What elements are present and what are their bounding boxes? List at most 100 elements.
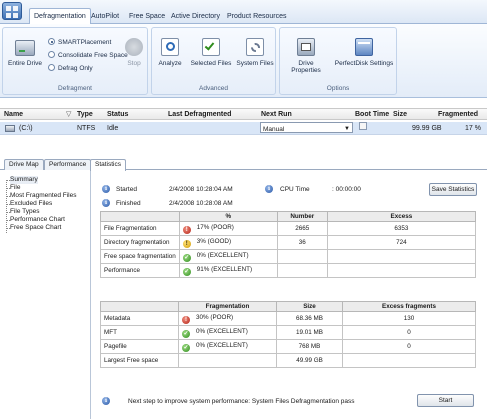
tab-free-space[interactable]: Free Space — [125, 10, 169, 23]
fragmentation-value: 0% (EXCELLENT) — [196, 327, 248, 335]
status-cell: ✓ 0% (EXCELLENT) — [178, 325, 277, 340]
drive-properties-button[interactable]: Drive Properties — [283, 38, 329, 74]
drive-name: (C:\) — [19, 125, 33, 132]
poor-status-icon: ! — [182, 315, 190, 324]
percent-value: 0% (EXCELLENT) — [196, 251, 249, 259]
col-header-excess: Excess — [326, 211, 477, 222]
tab-drive-map[interactable]: Drive Map — [4, 159, 44, 170]
tab-statistics[interactable]: Statistics — [90, 159, 127, 171]
boot-time-checkbox[interactable] — [359, 122, 367, 130]
tree-item-free-space-chart[interactable]: Free Space Chart — [5, 224, 61, 232]
smartplacement-option[interactable]: SMARTPlacement — [48, 38, 111, 46]
entire-drive-button[interactable]: Entire Drive — [7, 38, 43, 67]
drive-properties-label: Drive Properties — [291, 60, 321, 74]
fragmentation-value: 30% (POOR) — [196, 313, 234, 321]
row-label: MFT — [100, 325, 179, 340]
finished-value: 2/4/2008 10:28:08 AM — [169, 200, 233, 207]
status-cell: ✓ 91% (EXCELLENT) — [178, 263, 278, 278]
col-type[interactable]: Type — [77, 109, 93, 120]
tree-item-most-fragmented-files[interactable]: Most Fragmented Files — [5, 192, 76, 200]
row-label: Performance — [100, 263, 180, 278]
status-cell: ✓ 0% (EXCELLENT) — [178, 249, 278, 264]
table-row: Directory fragmentation ! 3% (GOOD) 36 72… — [100, 235, 477, 250]
tree-item-file[interactable]: File — [5, 184, 20, 192]
row-label: File Fragmentation — [100, 221, 180, 236]
save-statistics-button[interactable]: Save Statistics — [429, 183, 477, 196]
drive-row-c[interactable]: (C:\) NTFS Idle Manual ▼ 99.99 GB 17 % — [0, 122, 487, 135]
stop-label: Stop — [127, 60, 141, 67]
excess-fragments-value: 130 — [342, 311, 476, 326]
drive-icon — [5, 125, 15, 132]
chevron-down-icon[interactable]: ▼ — [344, 123, 350, 136]
tree-item-file-types[interactable]: File Types — [6, 208, 40, 216]
selected-files-button[interactable]: Selected Files — [189, 38, 233, 67]
col-header — [100, 211, 180, 222]
drive-type: NTFS — [77, 125, 96, 132]
excess-fragments-value: 0 — [342, 339, 476, 354]
col-name[interactable]: Name — [4, 109, 23, 120]
tab-product-resources[interactable]: Product Resources — [223, 10, 291, 23]
excess-value: 724 — [326, 235, 477, 250]
tab-performance[interactable]: Performance — [44, 159, 92, 170]
row-label: Metadata — [100, 311, 179, 326]
radio-selected[interactable] — [48, 38, 55, 45]
table-header-row: % Number Excess — [100, 211, 477, 222]
excess-value — [326, 263, 477, 278]
consolidate-free-space-option[interactable]: Consolidate Free Space — [48, 51, 128, 59]
col-size[interactable]: Size — [393, 109, 407, 120]
fragmentation-summary-table: % Number Excess File Fragmentation ! 17% … — [100, 211, 477, 278]
analyze-button[interactable]: Analyze — [155, 38, 185, 67]
col-fragmented[interactable]: Fragmented — [438, 109, 478, 120]
next-run-value: Manual — [263, 126, 285, 133]
tree-item-excluded-files[interactable]: Excluded Files — [5, 200, 52, 208]
col-header-percent: % — [178, 211, 278, 222]
radio-unselected[interactable] — [48, 51, 55, 58]
status-cell — [178, 353, 277, 368]
smartplacement-label: SMARTPlacement — [58, 39, 112, 46]
status-cell: ! 30% (POOR) — [178, 311, 277, 326]
finished-label: Finished — [116, 200, 141, 207]
excess-value — [326, 249, 477, 264]
options-group-label: Options — [326, 85, 350, 92]
col-header — [100, 301, 179, 312]
defragment-group: Entire Drive SMARTPlacement Consolidate … — [2, 27, 148, 95]
size-value: 768 MB — [276, 339, 343, 354]
excess-fragments-value: 0 — [342, 325, 476, 340]
excellent-status-icon: ✓ — [182, 253, 191, 262]
excess-fragments-value — [342, 353, 476, 368]
status-cell: ! 17% (POOR) — [178, 221, 278, 236]
poor-status-icon: ! — [182, 225, 191, 234]
tree-item-performance-chart[interactable]: Performance Chart — [6, 216, 65, 224]
excess-value: 6353 — [326, 221, 477, 236]
tab-autopilot[interactable]: AutoPilot — [87, 10, 123, 23]
col-last-defragmented[interactable]: Last Defragmented — [168, 109, 231, 120]
col-status[interactable]: Status — [107, 109, 128, 120]
start-button[interactable]: Start — [417, 394, 474, 407]
app-menu-icon[interactable] — [2, 2, 22, 20]
percent-value: 3% (GOOD) — [196, 237, 232, 245]
system-files-button[interactable]: System Files — [236, 38, 274, 67]
col-boot-time[interactable]: Boot Time — [355, 109, 389, 120]
statistics-panel: i Started 2/4/2008 10:28:04 AM i Finishe… — [92, 171, 487, 419]
tab-defragmentation[interactable]: Defragmentation — [29, 8, 91, 24]
entire-drive-label: Entire Drive — [8, 60, 42, 67]
excellent-status-icon: ✓ — [182, 329, 190, 338]
stop-button[interactable]: Stop — [122, 38, 146, 67]
tree-item-summary[interactable]: Summary — [6, 176, 38, 184]
drive-size: 99.99 GB — [412, 125, 442, 132]
size-value: 68.36 MB — [276, 311, 343, 326]
analyze-icon — [161, 38, 179, 56]
radio-unselected[interactable] — [48, 64, 55, 71]
statistics-tree: Summary File Most Fragmented Files Exclu… — [0, 171, 91, 419]
drive-status: Idle — [107, 125, 119, 132]
tab-active-directory[interactable]: Active Directory — [167, 10, 224, 23]
excellent-status-icon: ✓ — [182, 267, 191, 276]
sort-desc-icon[interactable]: ▽ — [66, 109, 71, 120]
system-files-icon — [246, 38, 264, 56]
selected-files-label: Selected Files — [190, 60, 232, 67]
advanced-group-label: Advanced — [199, 85, 228, 92]
next-run-select[interactable]: Manual ▼ — [260, 122, 353, 133]
defrag-only-option[interactable]: Defrag Only — [48, 64, 93, 72]
perfectdisk-settings-button[interactable]: PerfectDisk Settings — [333, 38, 395, 67]
col-next-run[interactable]: Next Run — [261, 109, 292, 120]
